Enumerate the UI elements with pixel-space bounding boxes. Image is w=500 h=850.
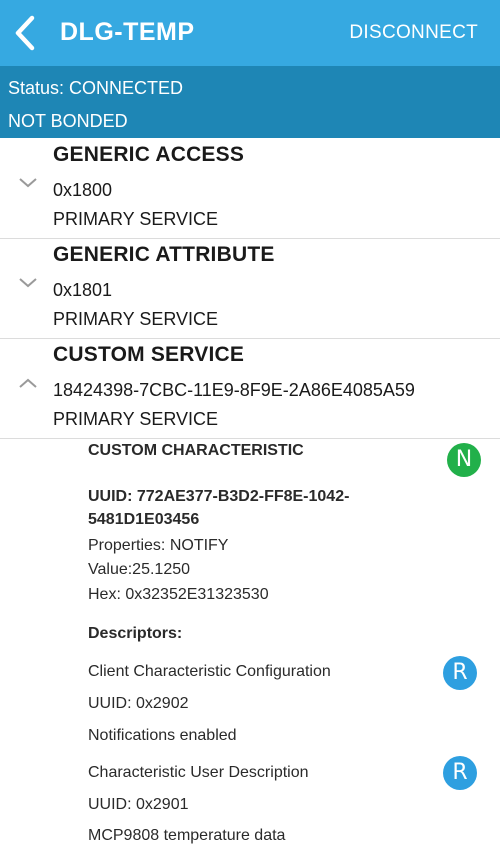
chevron-down-icon <box>19 178 37 188</box>
descriptor-name: Client Characteristic Configuration <box>88 663 331 680</box>
characteristic-properties: Properties: NOTIFY <box>88 537 229 554</box>
connection-status-bar: Status: CONNECTED NOT BONDED <box>0 66 500 138</box>
characteristic-uuid-line2: 5481D1E03456 <box>88 511 200 528</box>
service-uuid: 0x1800 <box>53 180 113 200</box>
chevron-down-icon <box>19 278 37 288</box>
descriptors-heading: Descriptors: <box>88 625 183 642</box>
service-type: PRIMARY SERVICE <box>53 209 219 229</box>
service-generic-access[interactable]: GENERIC ACCESS 0x1800 PRIMARY SERVICE <box>0 138 500 239</box>
characteristic-uuid-line1: UUID: 772AE377-B3D2-FF8E-1042- <box>88 488 350 505</box>
service-generic-attribute[interactable]: GENERIC ATTRIBUTE 0x1801 PRIMARY SERVICE <box>0 238 500 339</box>
characteristic-hex: Hex: 0x32352E31323530 <box>88 586 269 603</box>
read-badge-icon[interactable]: R <box>443 756 477 790</box>
app-bar: DLG-TEMP DISCONNECT <box>0 0 500 66</box>
back-button[interactable] <box>12 14 42 52</box>
characteristic-value: Value:25.1250 <box>88 561 191 578</box>
service-name: GENERIC ATTRIBUTE <box>53 243 275 266</box>
descriptor-uuid: UUID: 0x2902 <box>88 695 189 712</box>
chevron-left-icon <box>15 15 35 51</box>
device-title: DLG-TEMP <box>60 18 195 46</box>
descriptor-value: MCP9808 temperature data <box>88 827 286 844</box>
service-uuid: 0x1801 <box>53 280 113 300</box>
descriptor-uuid: UUID: 0x2901 <box>88 796 189 813</box>
connection-status: Status: CONNECTED <box>8 78 184 98</box>
service-name: CUSTOM SERVICE <box>53 343 245 366</box>
service-type: PRIMARY SERVICE <box>53 409 219 429</box>
characteristic-name: CUSTOM CHARACTERISTIC <box>88 442 304 459</box>
service-custom[interactable]: CUSTOM SERVICE 18424398-7CBC-11E9-8F9E-2… <box>0 338 500 439</box>
service-type: PRIMARY SERVICE <box>53 309 219 329</box>
bonding-status: NOT BONDED <box>8 111 128 131</box>
service-uuid: 18424398-7CBC-11E9-8F9E-2A86E4085A59 <box>53 380 415 400</box>
service-name: GENERIC ACCESS <box>53 143 245 166</box>
descriptor-name: Characteristic User Description <box>88 764 309 781</box>
descriptor-value: Notifications enabled <box>88 727 237 744</box>
read-badge-icon[interactable]: R <box>443 656 477 690</box>
chevron-up-icon <box>19 378 37 388</box>
notify-badge-icon[interactable]: N <box>447 443 481 477</box>
disconnect-button[interactable]: DISCONNECT <box>349 22 478 44</box>
